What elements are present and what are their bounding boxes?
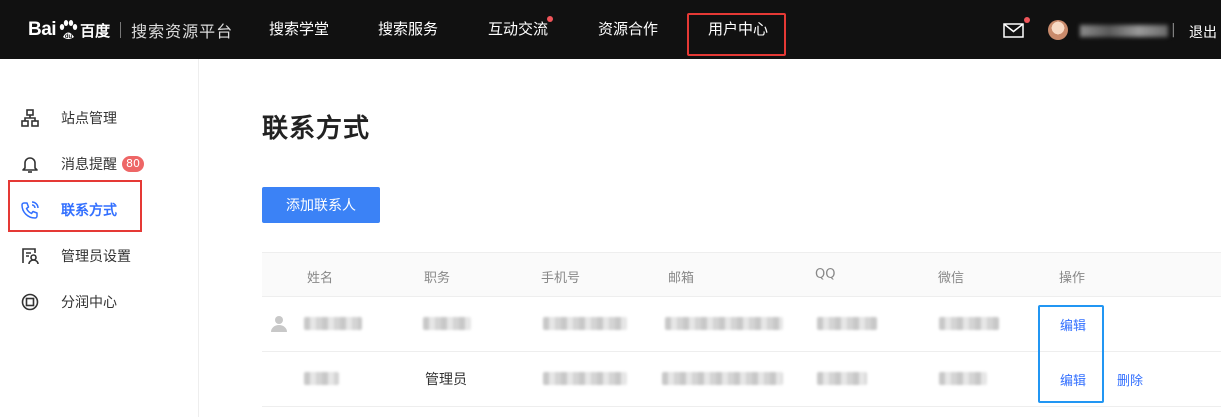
role-cell: 管理员 [425,372,467,388]
sidebar-item-label: 分润中心 [61,295,117,311]
qq-blurred [817,372,867,385]
email-blurred [665,317,783,330]
logout-link[interactable]: 退出 [1189,22,1217,42]
name-blurred [304,317,362,330]
bell-icon [22,157,38,173]
role-blurred [423,317,471,330]
add-contact-button[interactable]: 添加联系人 [262,187,380,223]
wechat-blurred [939,317,999,330]
user-center-highlight-box [687,13,786,56]
share-icon [21,293,39,311]
message-count-badge: 80 [122,156,144,172]
logo-text-du: 百度 [80,21,111,40]
sidebar-item-label: 消息提醒 [61,157,117,173]
header-separator: | [1171,22,1176,38]
notification-dot [547,16,553,22]
edit-actions-highlight-box [1038,305,1104,403]
nav-item-search-academy[interactable]: 搜索学堂 [269,18,329,39]
contact-highlight-box [8,180,142,232]
column-header-email: 邮箱 [668,271,695,286]
logo-text-bai: Bai [28,19,57,40]
email-blurred [662,372,783,385]
column-header-role: 职务 [424,271,451,286]
mail-notification-dot [1024,17,1030,23]
sidebar-item-site-management[interactable]: 站点管理 [20,108,117,128]
sidebar-item-label: 管理员设置 [61,249,131,265]
nav-item-interaction[interactable]: 互动交流 [488,18,548,39]
page-title: 联系方式 [262,114,371,144]
table-header: 姓名 职务 手机号 邮箱 QQ 微信 操作 [262,252,1221,297]
sitemap-icon [21,109,39,127]
svg-text:du: du [65,34,73,40]
admin-icon [22,248,39,265]
column-header-wechat: 微信 [938,271,965,286]
baidu-logo[interactable]: Bai du 百度 搜索资源平台 [28,18,233,42]
nav-item-resource-cooperation[interactable]: 资源合作 [598,18,658,39]
name-blurred [304,372,339,385]
paw-icon: du [57,19,79,41]
column-header-actions: 操作 [1059,271,1086,286]
phone-blurred [543,317,627,330]
platform-title: 搜索资源平台 [131,22,234,41]
top-navigation-bar: Bai du 百度 搜索资源平台 搜索学堂 搜索服务 互动交流 资源合作 用户中… [0,0,1221,59]
avatar[interactable] [1048,20,1068,40]
qq-blurred [817,317,877,330]
column-header-name: 姓名 [307,271,334,286]
phone-blurred [543,372,627,385]
username-blurred[interactable] [1080,25,1168,37]
sidebar-item-admin-settings[interactable]: 管理员设置 [20,246,131,266]
sidebar-item-messages[interactable]: 消息提醒 80 [20,154,144,174]
delete-link[interactable]: 删除 [1117,370,1143,389]
wechat-blurred [939,372,987,385]
sidebar-item-label: 站点管理 [61,111,117,127]
mail-icon[interactable] [1003,23,1024,42]
user-avatar-icon [270,314,288,336]
nav-item-search-service[interactable]: 搜索服务 [378,18,438,39]
column-header-phone: 手机号 [541,271,581,286]
logo-divider [120,22,122,38]
sidebar-item-revenue-share[interactable]: 分润中心 [20,292,117,312]
column-header-qq: QQ [815,267,836,282]
